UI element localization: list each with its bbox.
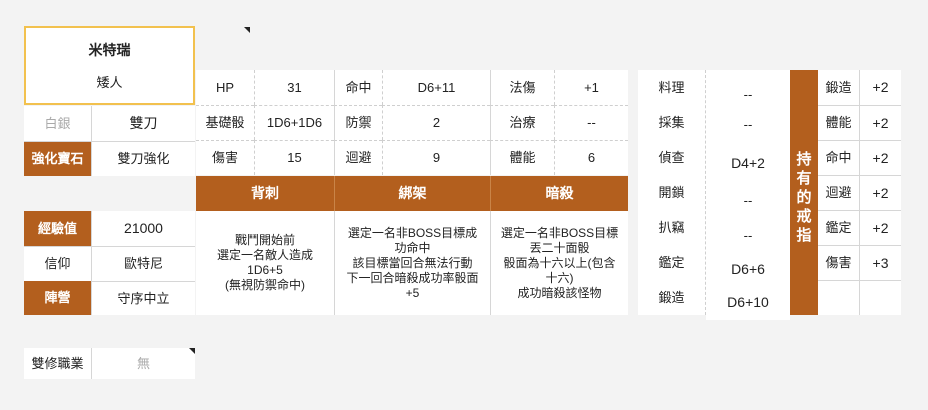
stat-label: 體能 — [490, 140, 554, 175]
ring-value: +2 — [859, 175, 901, 210]
life-skill-label: 料理 — [638, 70, 705, 105]
ring-label: 體能 — [818, 105, 859, 140]
faith-label: 信仰 — [24, 246, 91, 281]
skill-header: 綁架 — [334, 176, 490, 211]
skill-header: 暗殺 — [490, 176, 628, 211]
stat-label: 傷害 — [196, 140, 254, 175]
stat-label: 命中 — [334, 70, 382, 105]
camp-label: 陣營 — [24, 281, 91, 315]
rank-label: 白銀 — [24, 106, 91, 141]
stat-value: D6+11 — [382, 70, 490, 105]
skill-description: 戰鬥開始前 選定一名敵人造成 1D6+5 (無視防禦命中) — [196, 211, 334, 315]
ring-label: 命中 — [818, 140, 859, 175]
ring-label: 鑑定 — [818, 210, 859, 245]
character-race: 矮人 — [96, 75, 123, 90]
stat-value: -- — [554, 105, 628, 140]
skill-header: 背刺 — [196, 176, 334, 211]
life-skill-value: -- — [706, 183, 790, 218]
stat-label: 法傷 — [490, 70, 554, 105]
life-skill-value: -- — [706, 218, 790, 253]
exp-value: 21000 — [91, 211, 195, 246]
gem-label: 強化寶石 — [24, 141, 91, 176]
comment-marker — [244, 27, 250, 33]
stat-label: 防禦 — [334, 105, 382, 140]
gem-value: 雙刀強化 — [91, 141, 195, 176]
ring-label — [818, 280, 859, 315]
stat-value: 6 — [554, 140, 628, 175]
ring-value: +2 — [859, 105, 901, 140]
life-skill-label: 鑑定 — [638, 245, 705, 280]
life-skill-value: D6+6 — [706, 252, 790, 287]
stat-label: HP — [196, 70, 254, 105]
faith-value: 歐特尼 — [91, 246, 195, 281]
ring-title: 持有的戒指 — [796, 151, 812, 244]
dual-class-label: 雙修職業 — [24, 348, 91, 379]
life-skill-label: 扒竊 — [638, 210, 705, 245]
ring-value: +2 — [859, 70, 901, 105]
life-skill-label: 鍛造 — [638, 280, 705, 315]
ring-label: 鍛造 — [818, 70, 859, 105]
ring-header: 持有的戒指 — [790, 70, 818, 315]
life-skill-value: -- — [706, 107, 790, 142]
ring-value: +2 — [859, 210, 901, 245]
stat-label: 迴避 — [334, 140, 382, 175]
comment-marker — [189, 348, 195, 354]
life-skill-label: 採集 — [638, 105, 705, 140]
stat-value: 1D6+1D6 — [254, 105, 334, 140]
ring-value — [859, 280, 901, 315]
stat-value: 2 — [382, 105, 490, 140]
life-skill-label: 偵查 — [638, 140, 705, 175]
skill-description: 選定一名非BOSS目標 丟二十面骰 骰面為十六以上(包含 十六) 成功暗殺該怪物 — [490, 211, 628, 315]
skill-description: 選定一名非BOSS目標成 功命中 該目標當回合無法行動 下一回合暗殺成功率骰面 … — [334, 211, 490, 315]
exp-label: 經驗值 — [24, 211, 91, 246]
stat-value: +1 — [554, 70, 628, 105]
ring-label: 傷害 — [818, 245, 859, 280]
stat-value: 31 — [254, 70, 334, 105]
stat-value: 15 — [254, 140, 334, 175]
character-card: 米特瑞 矮人 — [24, 26, 195, 105]
stat-label: 治療 — [490, 105, 554, 140]
weapon-value: 雙刀 — [91, 106, 195, 141]
ring-value: +2 — [859, 140, 901, 175]
camp-value: 守序中立 — [91, 281, 195, 315]
ring-label: 迴避 — [818, 175, 859, 210]
life-skill-value: D6+10 — [706, 285, 790, 320]
stat-label: 基礎骰 — [196, 105, 254, 140]
stats-table: HP 31 命中 D6+11 法傷 +1 基礎骰 1D6+1D6 防禦 2 治療… — [196, 70, 628, 175]
dual-class-value[interactable]: 無 — [91, 348, 195, 379]
stat-value: 9 — [382, 140, 490, 175]
life-skill-label: 開鎖 — [638, 175, 705, 210]
life-skill-value: D4+2 — [706, 146, 790, 181]
character-name: 米特瑞 — [88, 42, 131, 58]
ring-value: +3 — [859, 245, 901, 280]
